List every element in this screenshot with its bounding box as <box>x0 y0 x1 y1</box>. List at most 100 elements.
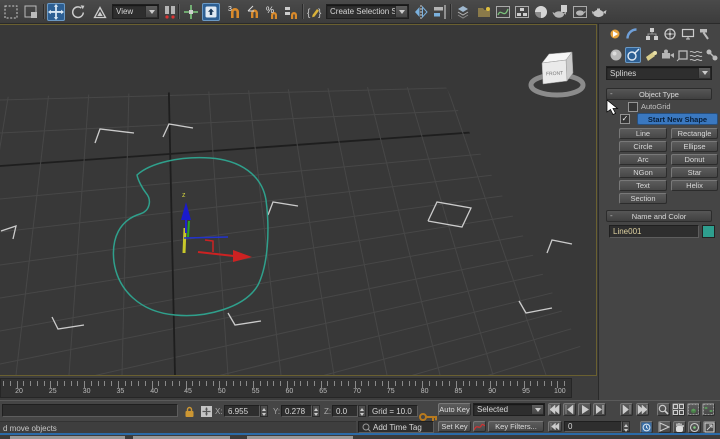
tab-motion-icon[interactable] <box>662 26 678 42</box>
selection-filter-dropdown[interactable]: Selected <box>473 403 545 416</box>
tab-modify-icon[interactable] <box>624 26 640 42</box>
angle-snap-icon[interactable] <box>245 3 263 21</box>
align-icon[interactable] <box>431 3 449 21</box>
percent-snap-icon[interactable]: % <box>264 3 282 21</box>
select-and-scale-icon[interactable] <box>91 3 109 21</box>
tab-create-icon[interactable] <box>607 26 623 42</box>
schematic-view-icon[interactable] <box>513 3 531 21</box>
layer-manager-icon[interactable] <box>454 3 472 21</box>
category-spacewarps-icon[interactable] <box>688 47 704 63</box>
play-icon[interactable] <box>578 403 591 416</box>
coord-x-field[interactable]: 6.955 <box>224 405 260 417</box>
status-line-field[interactable] <box>2 404 178 417</box>
object-type-button-line[interactable]: Line <box>619 128 667 139</box>
selection-lock-icon[interactable] <box>183 405 196 418</box>
object-type-button-donut[interactable]: Donut <box>671 154 718 165</box>
select-and-manipulate-icon[interactable] <box>182 3 200 21</box>
select-region-icon[interactable] <box>2 3 20 21</box>
previous-frame-icon[interactable] <box>563 403 576 416</box>
zoom-extents-icon[interactable] <box>687 403 700 416</box>
name-color-rollout-header[interactable]: - Name and Color <box>606 210 712 222</box>
coord-y-spinner[interactable] <box>312 405 320 417</box>
category-shapes-icon[interactable] <box>625 47 641 63</box>
snap-3d-icon[interactable]: 3 <box>226 3 244 21</box>
category-lights-icon[interactable] <box>643 47 659 63</box>
viewcube[interactable]: FRONT <box>531 52 583 95</box>
default-in-out-tangents-icon[interactable] <box>473 421 486 432</box>
dropdown-arrow-icon[interactable] <box>531 405 543 414</box>
tab-hierarchy-icon[interactable] <box>644 26 660 42</box>
tab-display-icon[interactable] <box>680 26 696 42</box>
add-time-tag[interactable]: Add Time Tag <box>358 421 434 433</box>
keyboard-override-icon[interactable] <box>202 3 220 21</box>
object-name-field[interactable]: Line001 <box>609 225 699 238</box>
object-type-button-text[interactable]: Text <box>619 180 667 191</box>
coord-y-field[interactable]: 0.278 <box>281 405 312 417</box>
perspective-viewport[interactable]: z FRONT <box>0 24 597 376</box>
render-setup-icon[interactable] <box>551 3 569 21</box>
rendered-frame-window-icon[interactable] <box>571 3 589 21</box>
coord-z-field[interactable]: 0.0 <box>332 405 358 417</box>
object-type-button-section[interactable]: Section <box>619 193 667 204</box>
autogrid-checkbox[interactable] <box>628 102 638 112</box>
orbit-icon[interactable] <box>688 421 701 433</box>
set-key-button[interactable]: Set Key <box>438 421 471 432</box>
mirror-icon[interactable] <box>412 3 430 21</box>
select-and-move-icon[interactable] <box>47 3 65 21</box>
object-type-button-helix[interactable]: Helix <box>671 180 718 191</box>
scene-folder-icon[interactable] <box>475 3 493 21</box>
goto-end-icon[interactable] <box>636 403 649 416</box>
use-pivot-center-icon[interactable] <box>161 3 179 21</box>
object-type-button-rectangle[interactable]: Rectangle <box>671 128 718 139</box>
category-geometry-icon[interactable] <box>608 47 624 63</box>
select-and-rotate-icon[interactable] <box>69 3 87 21</box>
current-frame-spinner[interactable] <box>622 421 630 432</box>
spinner-snap-icon[interactable] <box>283 3 301 21</box>
absolute-mode-icon[interactable] <box>200 405 213 418</box>
dropdown-arrow-icon[interactable] <box>698 68 710 78</box>
render-production-icon[interactable] <box>590 3 608 21</box>
category-systems-icon[interactable] <box>704 47 720 63</box>
field-of-view-icon[interactable] <box>658 421 671 433</box>
category-cameras-icon[interactable] <box>660 47 676 63</box>
object-type-button-arc[interactable]: Arc <box>619 154 667 165</box>
tab-utilities-icon[interactable] <box>697 26 713 42</box>
object-type-button-star[interactable]: Star <box>671 167 718 178</box>
dropdown-arrow-icon[interactable] <box>395 6 407 17</box>
object-type-button-ellipse[interactable]: Ellipse <box>671 141 718 152</box>
material-editor-icon[interactable] <box>532 3 550 21</box>
key-filters-button[interactable]: Key Filters... <box>488 421 544 432</box>
spline-type-dropdown[interactable]: Splines <box>606 66 712 80</box>
zoom-icon[interactable] <box>657 403 670 416</box>
auto-key-button[interactable]: Auto Key <box>438 403 471 416</box>
window-crossing-icon[interactable] <box>22 3 40 21</box>
edit-named-selections-icon[interactable]: {} <box>306 3 324 21</box>
time-configuration-icon[interactable] <box>640 421 653 433</box>
collapse-icon[interactable]: - <box>610 211 613 220</box>
play-flyout-icon[interactable] <box>593 403 606 416</box>
current-frame-field[interactable]: 0 <box>564 421 622 432</box>
object-type-rollout-header[interactable]: - Object Type <box>606 88 712 100</box>
coord-x-spinner[interactable] <box>260 405 268 417</box>
start-new-shape-checkbox[interactable]: ✓ <box>620 114 630 124</box>
goto-start-icon[interactable] <box>548 403 561 416</box>
key-mode-toggle-icon[interactable] <box>548 421 562 432</box>
timeline-ruler[interactable]: 20253035404550556065707580859095100 <box>0 378 572 398</box>
next-frame-icon[interactable] <box>620 403 633 416</box>
maximize-viewport-icon[interactable] <box>703 421 716 433</box>
zoom-all-icon[interactable] <box>672 403 685 416</box>
zoom-extents-all-icon[interactable] <box>702 403 715 416</box>
coord-z-spinner[interactable] <box>358 405 366 417</box>
gizmo-x-arrowhead[interactable] <box>233 250 252 262</box>
curve-editor-icon[interactable] <box>494 3 512 21</box>
object-type-button-circle[interactable]: Circle <box>619 141 667 152</box>
named-selection-set-dropdown[interactable]: Create Selection Se <box>326 4 409 19</box>
reference-coordsys-dropdown[interactable]: View <box>112 4 159 19</box>
collapse-icon[interactable]: - <box>610 89 613 98</box>
start-new-shape-button[interactable]: Start New Shape <box>637 113 718 125</box>
object-type-button-ngon[interactable]: NGon <box>619 167 667 178</box>
object-color-swatch[interactable] <box>702 225 715 238</box>
dropdown-arrow-icon[interactable] <box>145 6 157 17</box>
viewcube-front-face-label[interactable]: FRONT <box>546 71 564 78</box>
pan-hand-icon[interactable] <box>673 421 686 433</box>
